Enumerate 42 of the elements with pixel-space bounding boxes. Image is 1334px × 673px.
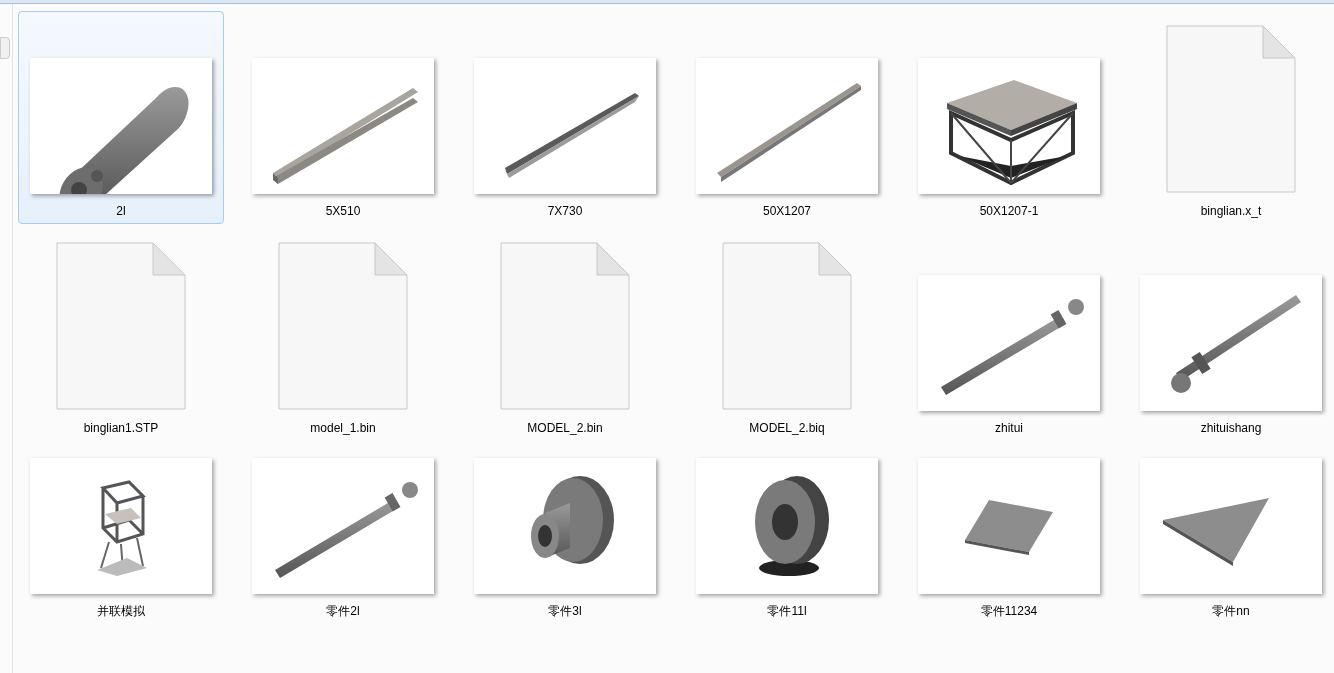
file-name: 5X510 xyxy=(325,203,361,219)
file-item[interactable]: 零件11l xyxy=(684,445,890,624)
file-name: 零件11234 xyxy=(980,603,1038,619)
file-item[interactable]: 7X730 xyxy=(462,11,668,224)
file-item[interactable]: 零件nn xyxy=(1128,445,1334,624)
file-name: model_1.bin xyxy=(310,420,376,436)
file-item[interactable]: 50X1207-1 xyxy=(906,11,1112,224)
document-icon xyxy=(1165,24,1297,194)
file-item[interactable]: binglian.x_t xyxy=(1128,11,1334,224)
pane-handle[interactable] xyxy=(0,37,10,59)
file-item[interactable]: 50X1207 xyxy=(684,11,890,224)
file-name: MODEL_2.biq xyxy=(749,420,825,436)
file-name: 7X730 xyxy=(547,203,583,219)
file-name: 零件3l xyxy=(548,603,582,619)
file-name: 50X1207 xyxy=(762,203,811,219)
file-item[interactable]: 2l xyxy=(18,11,224,224)
file-name: 零件2l xyxy=(326,603,360,619)
file-item[interactable]: MODEL_2.bin xyxy=(462,228,668,441)
file-item[interactable]: 零件11234 xyxy=(906,445,1112,624)
file-name: MODEL_2.bin xyxy=(527,420,603,436)
file-item[interactable]: 5X510 xyxy=(240,11,446,224)
file-name: 50X1207-1 xyxy=(979,203,1039,219)
file-name: 零件11l xyxy=(767,603,807,619)
document-icon xyxy=(721,241,853,411)
file-name: zhitui xyxy=(995,420,1023,436)
file-item[interactable]: model_1.bin xyxy=(240,228,446,441)
file-item[interactable]: zhitui xyxy=(906,228,1112,441)
file-item[interactable]: 零件3l xyxy=(462,445,668,624)
file-name: zhituishang xyxy=(1200,420,1262,436)
document-icon xyxy=(277,241,409,411)
file-item[interactable]: 并联模拟 xyxy=(18,445,224,624)
file-name: binglian.x_t xyxy=(1200,203,1262,219)
file-item[interactable]: MODEL_2.biq xyxy=(684,228,890,441)
file-name: 2l xyxy=(116,203,126,219)
file-name: 零件nn xyxy=(1212,603,1250,619)
file-name: 并联模拟 xyxy=(97,603,145,619)
document-icon xyxy=(55,241,187,411)
file-item[interactable]: zhituishang xyxy=(1128,228,1334,441)
file-name: binglian1.STP xyxy=(83,420,159,436)
document-icon xyxy=(499,241,631,411)
file-item[interactable]: binglian1.STP xyxy=(18,228,224,441)
file-item[interactable]: 零件2l xyxy=(240,445,446,624)
